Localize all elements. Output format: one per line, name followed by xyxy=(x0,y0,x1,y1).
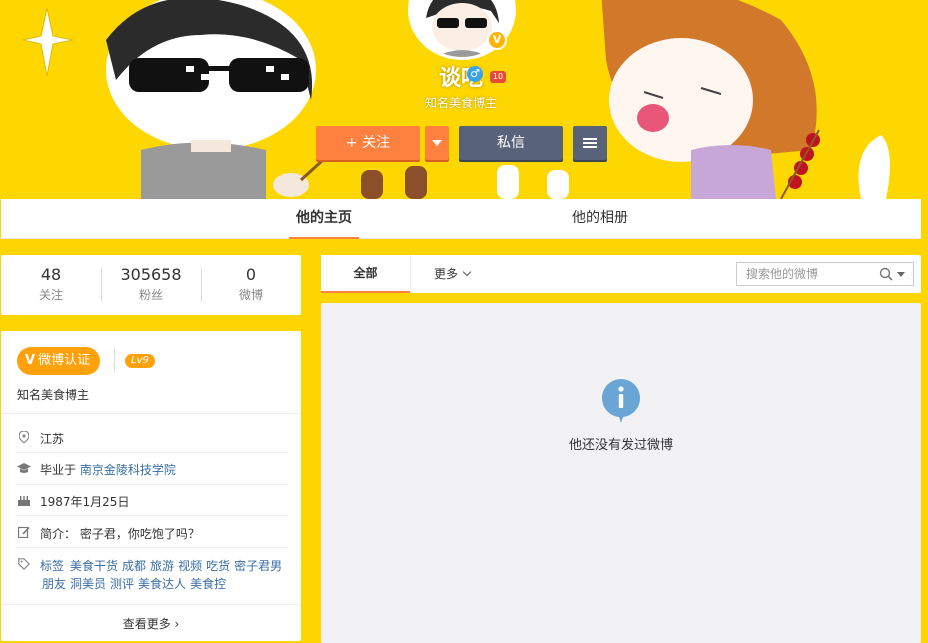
search-icon[interactable] xyxy=(879,267,893,281)
tag-link[interactable]: 洞美员 xyxy=(70,577,106,591)
tag-link[interactable]: 美食控 xyxy=(190,577,226,591)
tag-link[interactable]: 美食干货 xyxy=(70,559,118,573)
divider xyxy=(410,255,411,293)
divider xyxy=(17,452,287,453)
bio-row: 简介： 密子君，你吃饱了吗？ xyxy=(17,525,287,542)
followers-count[interactable]: 305658 粉丝 xyxy=(101,265,201,303)
filter-more-dropdown[interactable]: 更多 xyxy=(434,255,472,293)
tab-album[interactable]: 他的相册 xyxy=(563,199,637,239)
birthday-row: 1987年1月25日 xyxy=(17,493,287,510)
birthday-cake-icon xyxy=(17,495,31,509)
profile-info-panel: V 微博认证 Lv9 知名美食博主 江苏 毕业于 南京金陵科技学院 1987年1月… xyxy=(1,331,301,641)
tag-link[interactable]: 朋友 xyxy=(42,577,66,591)
verified-title: 知名美食博主 xyxy=(17,388,90,402)
location-text: 江苏 xyxy=(40,432,65,446)
count-label: 粉丝 xyxy=(138,288,163,302)
posts-count[interactable]: 0 微博 xyxy=(201,265,301,303)
verified-badge-icon: V xyxy=(487,30,507,50)
follow-options-button[interactable] xyxy=(425,126,449,160)
level-badge[interactable]: Lv9 xyxy=(125,354,155,368)
profile-description: 知名美食博主 xyxy=(424,96,497,110)
caret-down-icon[interactable] xyxy=(897,272,905,277)
chevron-down-icon xyxy=(462,267,472,277)
profile-name: 谈吃 xyxy=(438,66,483,91)
weibo-verified-badge[interactable]: V 微博认证 xyxy=(17,347,101,375)
tab-home[interactable]: 他的主页 xyxy=(289,199,359,239)
tag-link[interactable]: 密子君男 xyxy=(234,559,282,573)
verify-label: 微博认证 xyxy=(38,353,91,368)
tag-link[interactable]: 旅游 xyxy=(150,559,174,573)
divider xyxy=(17,547,287,548)
profile-tabbar: 他的主页 他的相册 xyxy=(1,199,921,239)
verified-v-icon: V xyxy=(25,353,36,368)
feed-filter-bar: 全部 更多 xyxy=(321,255,921,293)
education-row: 毕业于 南京金陵科技学院 xyxy=(17,461,287,478)
divider xyxy=(114,349,115,373)
bio-text: 简介： 密子君，你吃饱了吗？ xyxy=(40,527,200,541)
count-label: 微博 xyxy=(238,288,263,302)
count-value: 305658 xyxy=(120,265,182,284)
tag-link[interactable]: 吃货 xyxy=(206,559,230,573)
count-value: 0 xyxy=(245,265,257,284)
medal-icon[interactable]: 10 xyxy=(490,71,506,83)
birthday-text: 1987年1月25日 xyxy=(40,495,130,509)
tags-label: 标签 xyxy=(40,559,65,573)
follow-button[interactable]: + 关注 xyxy=(316,126,420,160)
follow-counts-panel: 48 关注 305658 粉丝 0 微博 xyxy=(1,255,301,315)
more-menu-button[interactable] xyxy=(573,126,607,160)
tag-link[interactable]: 测评 xyxy=(110,577,134,591)
tag-link[interactable]: 成都 xyxy=(122,559,146,573)
edit-note-icon xyxy=(17,526,31,541)
tag-link[interactable]: 美食达人 xyxy=(138,577,186,591)
feed-area: 他还没有发过微博 xyxy=(321,303,921,643)
count-value: 48 xyxy=(40,265,62,284)
filter-more-label: 更多 xyxy=(434,267,459,281)
location-pin-icon xyxy=(17,430,31,446)
location-row: 江苏 xyxy=(17,430,287,447)
see-more-link[interactable]: 查看更多 › xyxy=(1,615,301,632)
tag-link[interactable]: 视频 xyxy=(178,559,202,573)
divider xyxy=(1,604,301,605)
caret-down-icon xyxy=(432,140,442,146)
search-box xyxy=(736,262,914,286)
following-count[interactable]: 48 关注 xyxy=(1,265,101,303)
tag-icon xyxy=(17,557,31,575)
divider xyxy=(17,484,287,485)
school-link[interactable]: 南京金陵科技学院 xyxy=(80,463,176,477)
graduation-cap-icon xyxy=(17,463,31,477)
divider xyxy=(1,413,301,414)
divider xyxy=(17,515,287,516)
tags-row: 标签 美食干货 成都 旅游 视频 吃货 密子君男 朋友 洞美员 测评 美食达人 美食控 xyxy=(17,557,287,593)
profile-cover: V 谈吃 ♂ 10 知名美食博主 + 关注 私信 xyxy=(1,0,921,199)
male-gender-icon: ♂ xyxy=(467,66,483,82)
message-button[interactable]: 私信 xyxy=(459,126,563,160)
count-label: 关注 xyxy=(38,288,63,302)
search-input[interactable] xyxy=(737,263,872,285)
info-icon xyxy=(602,379,640,423)
education-prefix: 毕业于 xyxy=(40,463,77,477)
filter-all-tab[interactable]: 全部 xyxy=(321,255,410,293)
hamburger-icon xyxy=(583,136,597,150)
empty-feed-message: 他还没有发过微博 xyxy=(568,438,673,453)
